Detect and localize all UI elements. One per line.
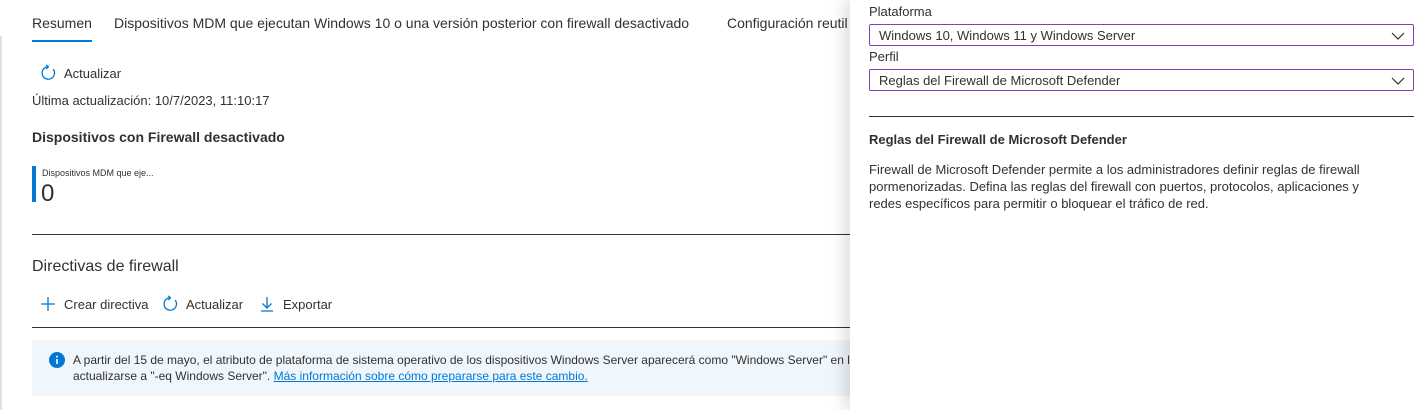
export-button[interactable]: Exportar — [258, 295, 332, 313]
create-policy-button[interactable]: Crear directiva — [39, 295, 149, 313]
learn-more-link[interactable]: Más información sobre cómo prepararse pa… — [274, 369, 588, 383]
tab-configuracion[interactable]: Configuración reutil — [727, 15, 848, 31]
profile-description: Firewall de Microsoft Defender permite a… — [869, 162, 1360, 211]
refresh-label: Actualizar — [186, 296, 244, 312]
info-banner: A partir del 15 de mayo, el atributo de … — [32, 340, 850, 396]
panel-divider — [869, 116, 1414, 117]
chevron-down-icon — [1391, 74, 1405, 86]
main-content: Resumen Dispositivos MDM que ejecutan Wi… — [0, 0, 850, 410]
tab-resumen[interactable]: Resumen — [32, 15, 92, 42]
refresh-button-policies[interactable]: Actualizar — [161, 295, 243, 313]
platform-value: Windows 10, Windows 11 y Windows Server — [879, 28, 1136, 43]
tile-value: 0 — [41, 180, 55, 207]
profile-heading: Reglas del Firewall de Microsoft Defende… — [869, 132, 1127, 147]
refresh-icon — [39, 64, 57, 82]
side-panel: Plataforma Windows 10, Windows 11 y Wind… — [850, 0, 1425, 410]
refresh-icon — [161, 295, 179, 313]
download-icon — [258, 295, 276, 313]
left-edge-divider — [0, 36, 2, 410]
platform-label: Plataforma — [869, 4, 932, 19]
policies-section-title: Directivas de firewall — [32, 258, 179, 275]
tab-dispositivos-mdm[interactable]: Dispositivos MDM que ejecutan Windows 10… — [114, 15, 689, 31]
profile-label: Perfil — [869, 49, 899, 64]
tile-accent-bar — [32, 166, 36, 202]
profile-dropdown[interactable]: Reglas del Firewall de Microsoft Defende… — [869, 69, 1414, 91]
refresh-label: Actualizar — [64, 65, 122, 81]
info-text-line2: actualizarse a "-eq Windows Server". — [73, 369, 271, 383]
create-policy-label: Crear directiva — [64, 296, 149, 312]
refresh-button-top[interactable]: Actualizar — [39, 64, 121, 82]
profile-value: Reglas del Firewall de Microsoft Defende… — [879, 73, 1121, 88]
devices-section-title: Dispositivos con Firewall desactivado — [32, 129, 285, 145]
info-icon — [49, 352, 65, 368]
chevron-down-icon — [1391, 29, 1405, 41]
platform-dropdown[interactable]: Windows 10, Windows 11 y Windows Server — [869, 24, 1414, 46]
tile-label: Dispositivos MDM que eje... — [42, 168, 154, 178]
export-label: Exportar — [283, 296, 333, 312]
section-divider — [32, 234, 850, 235]
last-update-text: Última actualización: 10/7/2023, 11:10:1… — [32, 93, 270, 108]
toolbar-divider — [32, 327, 850, 328]
plus-icon — [39, 295, 57, 313]
info-text-line1: A partir del 15 de mayo, el atributo de … — [73, 353, 850, 367]
